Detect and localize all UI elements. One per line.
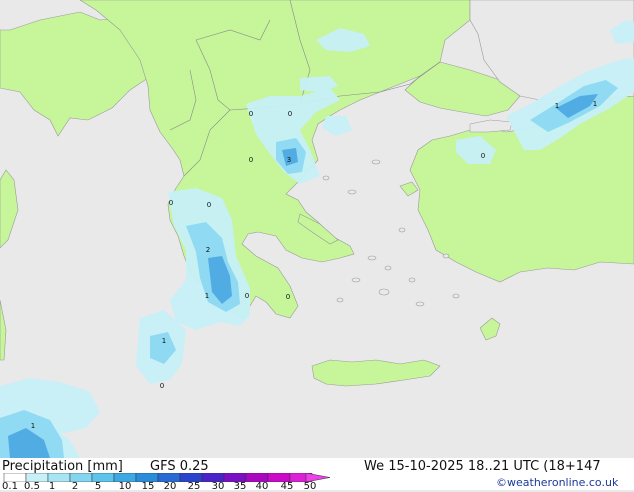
point-label: 0 <box>169 199 173 207</box>
map-title: Precipitation [mm] <box>2 459 123 474</box>
point-label: 0 <box>245 292 249 300</box>
point-label: 1 <box>31 422 35 430</box>
map-widget: { "title": "Precipitation [mm]", "model"… <box>0 0 634 492</box>
point-label: 1 <box>593 100 597 108</box>
legend-tick-label: 0.1 <box>2 481 18 492</box>
precipitation-map: 0 0 0 3 0 0 2 1 0 0 1 0 1 1 1 0 <box>0 0 634 458</box>
point-label: 0 <box>249 110 253 118</box>
legend-tick-label: 35 <box>233 481 247 492</box>
legend-tick-label: 10 <box>118 481 132 492</box>
legend-tick-label: 5 <box>94 481 102 492</box>
valid-time: We 15-10-2025 18..21 UTC (18+147 <box>364 459 601 474</box>
point-label: 1 <box>555 102 559 110</box>
legend-tick-label: 45 <box>280 481 294 492</box>
legend-tick-label: 2 <box>71 481 79 492</box>
point-label: 1 <box>205 292 209 300</box>
legend-tick-label: 15 <box>141 481 155 492</box>
point-label: 0 <box>481 152 485 160</box>
legend-tick-label: 40 <box>255 481 269 492</box>
point-label: 1 <box>162 337 166 345</box>
legend-tick-label: 1 <box>48 481 56 492</box>
point-label: 0 <box>207 201 211 209</box>
legend-tick-label: 20 <box>163 481 177 492</box>
point-label: 0 <box>249 156 253 164</box>
point-label: 0 <box>286 293 290 301</box>
legend-tick-label: 30 <box>211 481 225 492</box>
legend-tick-label: 0.5 <box>24 481 40 492</box>
model-name: GFS 0.25 <box>150 459 209 474</box>
point-label: 0 <box>160 382 164 390</box>
point-label: 2 <box>206 246 210 254</box>
credit-link[interactable]: ©weatheronline.co.uk <box>496 476 618 489</box>
point-label: 3 <box>287 156 291 164</box>
point-label: 0 <box>288 110 292 118</box>
legend-tick-label: 50 <box>303 481 317 492</box>
legend-tick-label: 25 <box>187 481 201 492</box>
